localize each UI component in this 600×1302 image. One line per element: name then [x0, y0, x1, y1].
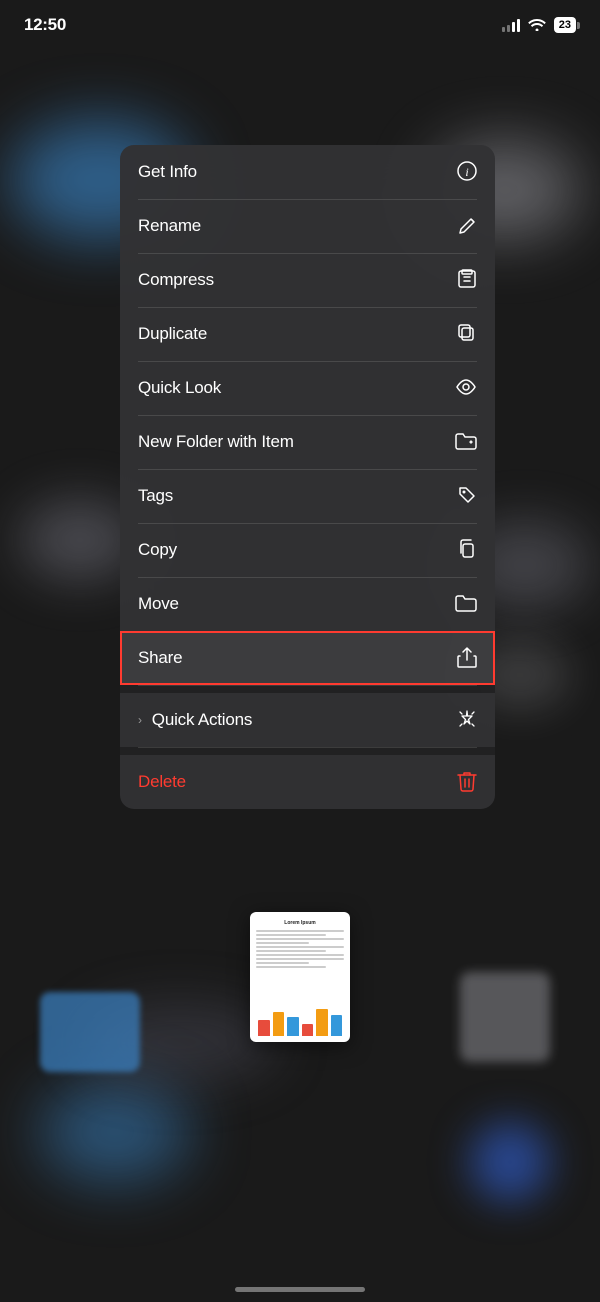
share-icon	[457, 646, 477, 671]
chart-bar	[287, 1017, 299, 1037]
chart-bar	[316, 1009, 328, 1036]
doc-chart	[256, 1006, 344, 1036]
menu-item-duplicate-label: Duplicate	[138, 324, 207, 344]
chart-bar	[258, 1020, 270, 1037]
menu-item-copy-label: Copy	[138, 540, 177, 560]
menu-item-tags[interactable]: Tags	[120, 469, 495, 523]
menu-item-delete-label: Delete	[138, 772, 186, 792]
context-menu: Get Info i Rename Compress Duplic	[120, 145, 495, 809]
menu-item-compress[interactable]: Compress	[120, 253, 495, 307]
doc-line	[256, 930, 344, 932]
tag-icon	[457, 485, 477, 508]
menu-item-tags-label: Tags	[138, 486, 173, 506]
menu-item-move[interactable]: Move	[120, 577, 495, 631]
svg-text:i: i	[465, 165, 468, 179]
menu-section-divider-2	[120, 747, 495, 755]
menu-item-quick-actions-label: › Quick Actions	[138, 710, 252, 730]
duplicate-icon	[457, 323, 477, 346]
trash-icon	[457, 770, 477, 795]
copy-icon	[457, 539, 477, 562]
menu-section-divider	[120, 685, 495, 693]
chart-bar	[273, 1012, 285, 1036]
menu-item-quick-actions[interactable]: › Quick Actions	[120, 693, 495, 747]
menu-item-get-info[interactable]: Get Info i	[120, 145, 495, 199]
menu-item-quick-look[interactable]: Quick Look	[120, 361, 495, 415]
doc-lines	[256, 930, 344, 968]
menu-item-compress-label: Compress	[138, 270, 214, 290]
doc-line	[256, 938, 344, 940]
menu-item-duplicate[interactable]: Duplicate	[120, 307, 495, 361]
menu-item-rename[interactable]: Rename	[120, 199, 495, 253]
status-time: 12:50	[24, 15, 66, 35]
doc-line	[256, 958, 344, 960]
white-blob	[460, 972, 550, 1062]
home-indicator	[235, 1287, 365, 1292]
doc-line	[256, 962, 309, 964]
doc-title: Lorem Ipsum	[256, 920, 344, 926]
doc-line	[256, 946, 344, 948]
menu-item-new-folder[interactable]: New Folder with Item	[120, 415, 495, 469]
info-icon: i	[457, 161, 477, 184]
battery-icon: 23	[554, 17, 576, 33]
pencil-icon	[459, 216, 477, 237]
eye-icon	[455, 379, 477, 398]
status-bar: 12:50 23	[0, 0, 600, 50]
folder-icon	[455, 594, 477, 615]
compress-icon	[457, 269, 477, 292]
new-folder-icon	[455, 432, 477, 453]
doc-line	[256, 966, 326, 968]
status-icons: 23	[502, 17, 576, 34]
document-preview: Lorem Ipsum	[250, 912, 350, 1042]
chart-bar	[331, 1015, 343, 1036]
menu-item-rename-label: Rename	[138, 216, 201, 236]
menu-item-delete[interactable]: Delete	[120, 755, 495, 809]
folder-preview	[40, 992, 140, 1072]
wifi-icon	[528, 17, 546, 34]
chevron-right-icon: ›	[138, 713, 142, 727]
menu-item-copy[interactable]: Copy	[120, 523, 495, 577]
menu-item-share-label: Share	[138, 648, 182, 668]
doc-line	[256, 942, 309, 944]
menu-item-get-info-label: Get Info	[138, 162, 197, 182]
menu-item-new-folder-label: New Folder with Item	[138, 432, 294, 452]
menu-item-quick-look-label: Quick Look	[138, 378, 221, 398]
quick-actions-icon	[457, 709, 477, 732]
chart-bar	[302, 1024, 314, 1036]
menu-item-share[interactable]: Share	[120, 631, 495, 685]
signal-icon	[502, 18, 520, 32]
menu-item-move-label: Move	[138, 594, 179, 614]
doc-line	[256, 934, 326, 936]
doc-line	[256, 950, 326, 952]
doc-line	[256, 954, 344, 956]
